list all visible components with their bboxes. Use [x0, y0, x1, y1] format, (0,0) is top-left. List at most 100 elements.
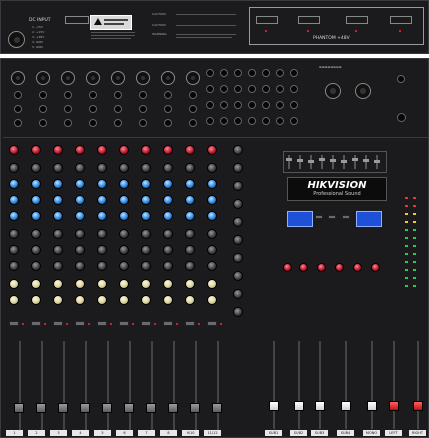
main-out-right-xlr[interactable]: [355, 83, 371, 99]
insert-jack-2[interactable]: [39, 105, 47, 113]
fader-cap-8[interactable]: [168, 403, 178, 413]
mute-button-2[interactable]: [31, 321, 41, 326]
jack-input-6[interactable]: [139, 91, 147, 99]
aux-jack[interactable]: [234, 69, 242, 77]
aux-jack[interactable]: [290, 101, 298, 109]
geq-slider-5[interactable]: [332, 155, 334, 169]
jack-input-8[interactable]: [189, 91, 197, 99]
channel-5-knob-5[interactable]: [97, 211, 107, 221]
geq-cap-1[interactable]: [286, 158, 292, 161]
channel-2-knob-6[interactable]: [31, 229, 41, 239]
jack-input-3[interactable]: [64, 91, 72, 99]
channel-2-knob-9[interactable]: [31, 279, 41, 289]
channel-1-knob-5[interactable]: [9, 211, 19, 221]
channel-2-knob-4[interactable]: [31, 195, 41, 205]
channel-4-knob-4[interactable]: [75, 195, 85, 205]
channel-10-knob-3[interactable]: [207, 179, 217, 189]
channel-1-knob-1[interactable]: [9, 145, 19, 155]
aux-jack[interactable]: [220, 101, 228, 109]
channel-7-knob-7[interactable]: [141, 245, 151, 255]
channel-7-knob-8[interactable]: [141, 261, 151, 271]
aux-jack[interactable]: [234, 85, 242, 93]
channel-2-knob-3[interactable]: [31, 179, 41, 189]
insert-jack-3[interactable]: [64, 105, 72, 113]
channel-5-knob-6[interactable]: [97, 229, 107, 239]
channel-4-knob-1[interactable]: [75, 145, 85, 155]
channel-1-knob-6[interactable]: [9, 229, 19, 239]
master-knob-5[interactable]: [353, 263, 362, 272]
direct-out-8[interactable]: [189, 119, 197, 127]
channel-7-knob-10[interactable]: [141, 295, 151, 305]
aux-jack[interactable]: [276, 101, 284, 109]
xlr-input-3[interactable]: [61, 71, 75, 85]
aux-jack[interactable]: [248, 69, 256, 77]
group-fader-cap-2[interactable]: [294, 401, 304, 411]
channel-5-knob-1[interactable]: [97, 145, 107, 155]
channel-4-knob-6[interactable]: [75, 229, 85, 239]
xlr-input-2[interactable]: [36, 71, 50, 85]
mute-button-9[interactable]: [185, 321, 195, 326]
channel-8-knob-3[interactable]: [163, 179, 173, 189]
channel-5-knob-3[interactable]: [97, 179, 107, 189]
channel-9-knob-6[interactable]: [185, 229, 195, 239]
channel-10-knob-1[interactable]: [207, 145, 217, 155]
channel-10-knob-10[interactable]: [207, 295, 217, 305]
mute-button-6[interactable]: [119, 321, 129, 326]
channel-3-knob-4[interactable]: [53, 195, 63, 205]
mute-button-3[interactable]: [53, 321, 63, 326]
channel-2-knob-1[interactable]: [31, 145, 41, 155]
channel-8-knob-2[interactable]: [163, 163, 173, 173]
channel-4-knob-9[interactable]: [75, 279, 85, 289]
stereo-knob-7[interactable]: [233, 253, 243, 263]
aux-jack[interactable]: [234, 117, 242, 125]
channel-4-knob-2[interactable]: [75, 163, 85, 173]
xlr-input-5[interactable]: [111, 71, 125, 85]
channel-6-knob-9[interactable]: [119, 279, 129, 289]
main-out-left-xlr[interactable]: [325, 83, 341, 99]
jack-input-5[interactable]: [114, 91, 122, 99]
channel-1-knob-3[interactable]: [9, 179, 19, 189]
channel-6-knob-7[interactable]: [119, 245, 129, 255]
xlr-input-7[interactable]: [161, 71, 175, 85]
channel-4-knob-8[interactable]: [75, 261, 85, 271]
jack-input-2[interactable]: [39, 91, 47, 99]
aux-jack[interactable]: [220, 69, 228, 77]
direct-out-5[interactable]: [114, 119, 122, 127]
aux-jack[interactable]: [290, 69, 298, 77]
aux-jack[interactable]: [206, 117, 214, 125]
stereo-knob-5[interactable]: [233, 217, 243, 227]
channel-2-knob-5[interactable]: [31, 211, 41, 221]
jack-input-1[interactable]: [14, 91, 22, 99]
channel-6-knob-6[interactable]: [119, 229, 129, 239]
insert-jack-8[interactable]: [189, 105, 197, 113]
fader-cap-1[interactable]: [14, 403, 24, 413]
channel-6-knob-3[interactable]: [119, 179, 129, 189]
geq-slider-8[interactable]: [365, 155, 367, 169]
mute-button-7[interactable]: [141, 321, 151, 326]
insert-jack-7[interactable]: [164, 105, 172, 113]
channel-10-knob-7[interactable]: [207, 245, 217, 255]
aux-jack[interactable]: [276, 117, 284, 125]
stereo-knob-10[interactable]: [233, 307, 243, 317]
direct-out-2[interactable]: [39, 119, 47, 127]
channel-4-knob-7[interactable]: [75, 245, 85, 255]
channel-9-knob-10[interactable]: [185, 295, 195, 305]
master-knob-1[interactable]: [283, 263, 292, 272]
group-fader-cap-3[interactable]: [315, 401, 325, 411]
mute-button-1[interactable]: [9, 321, 19, 326]
channel-7-knob-3[interactable]: [141, 179, 151, 189]
channel-9-knob-3[interactable]: [185, 179, 195, 189]
direct-out-6[interactable]: [139, 119, 147, 127]
aux-jack[interactable]: [206, 69, 214, 77]
channel-1-knob-10[interactable]: [9, 295, 19, 305]
mute-button-5[interactable]: [97, 321, 107, 326]
geq-cap-4[interactable]: [319, 158, 325, 161]
channel-3-knob-1[interactable]: [53, 145, 63, 155]
aux-jack[interactable]: [234, 101, 242, 109]
channel-1-knob-8[interactable]: [9, 261, 19, 271]
channel-4-knob-5[interactable]: [75, 211, 85, 221]
channel-3-knob-7[interactable]: [53, 245, 63, 255]
phantom-switch-2[interactable]: [298, 16, 320, 24]
xlr-input-8[interactable]: [186, 71, 200, 85]
geq-cap-6[interactable]: [341, 160, 347, 163]
